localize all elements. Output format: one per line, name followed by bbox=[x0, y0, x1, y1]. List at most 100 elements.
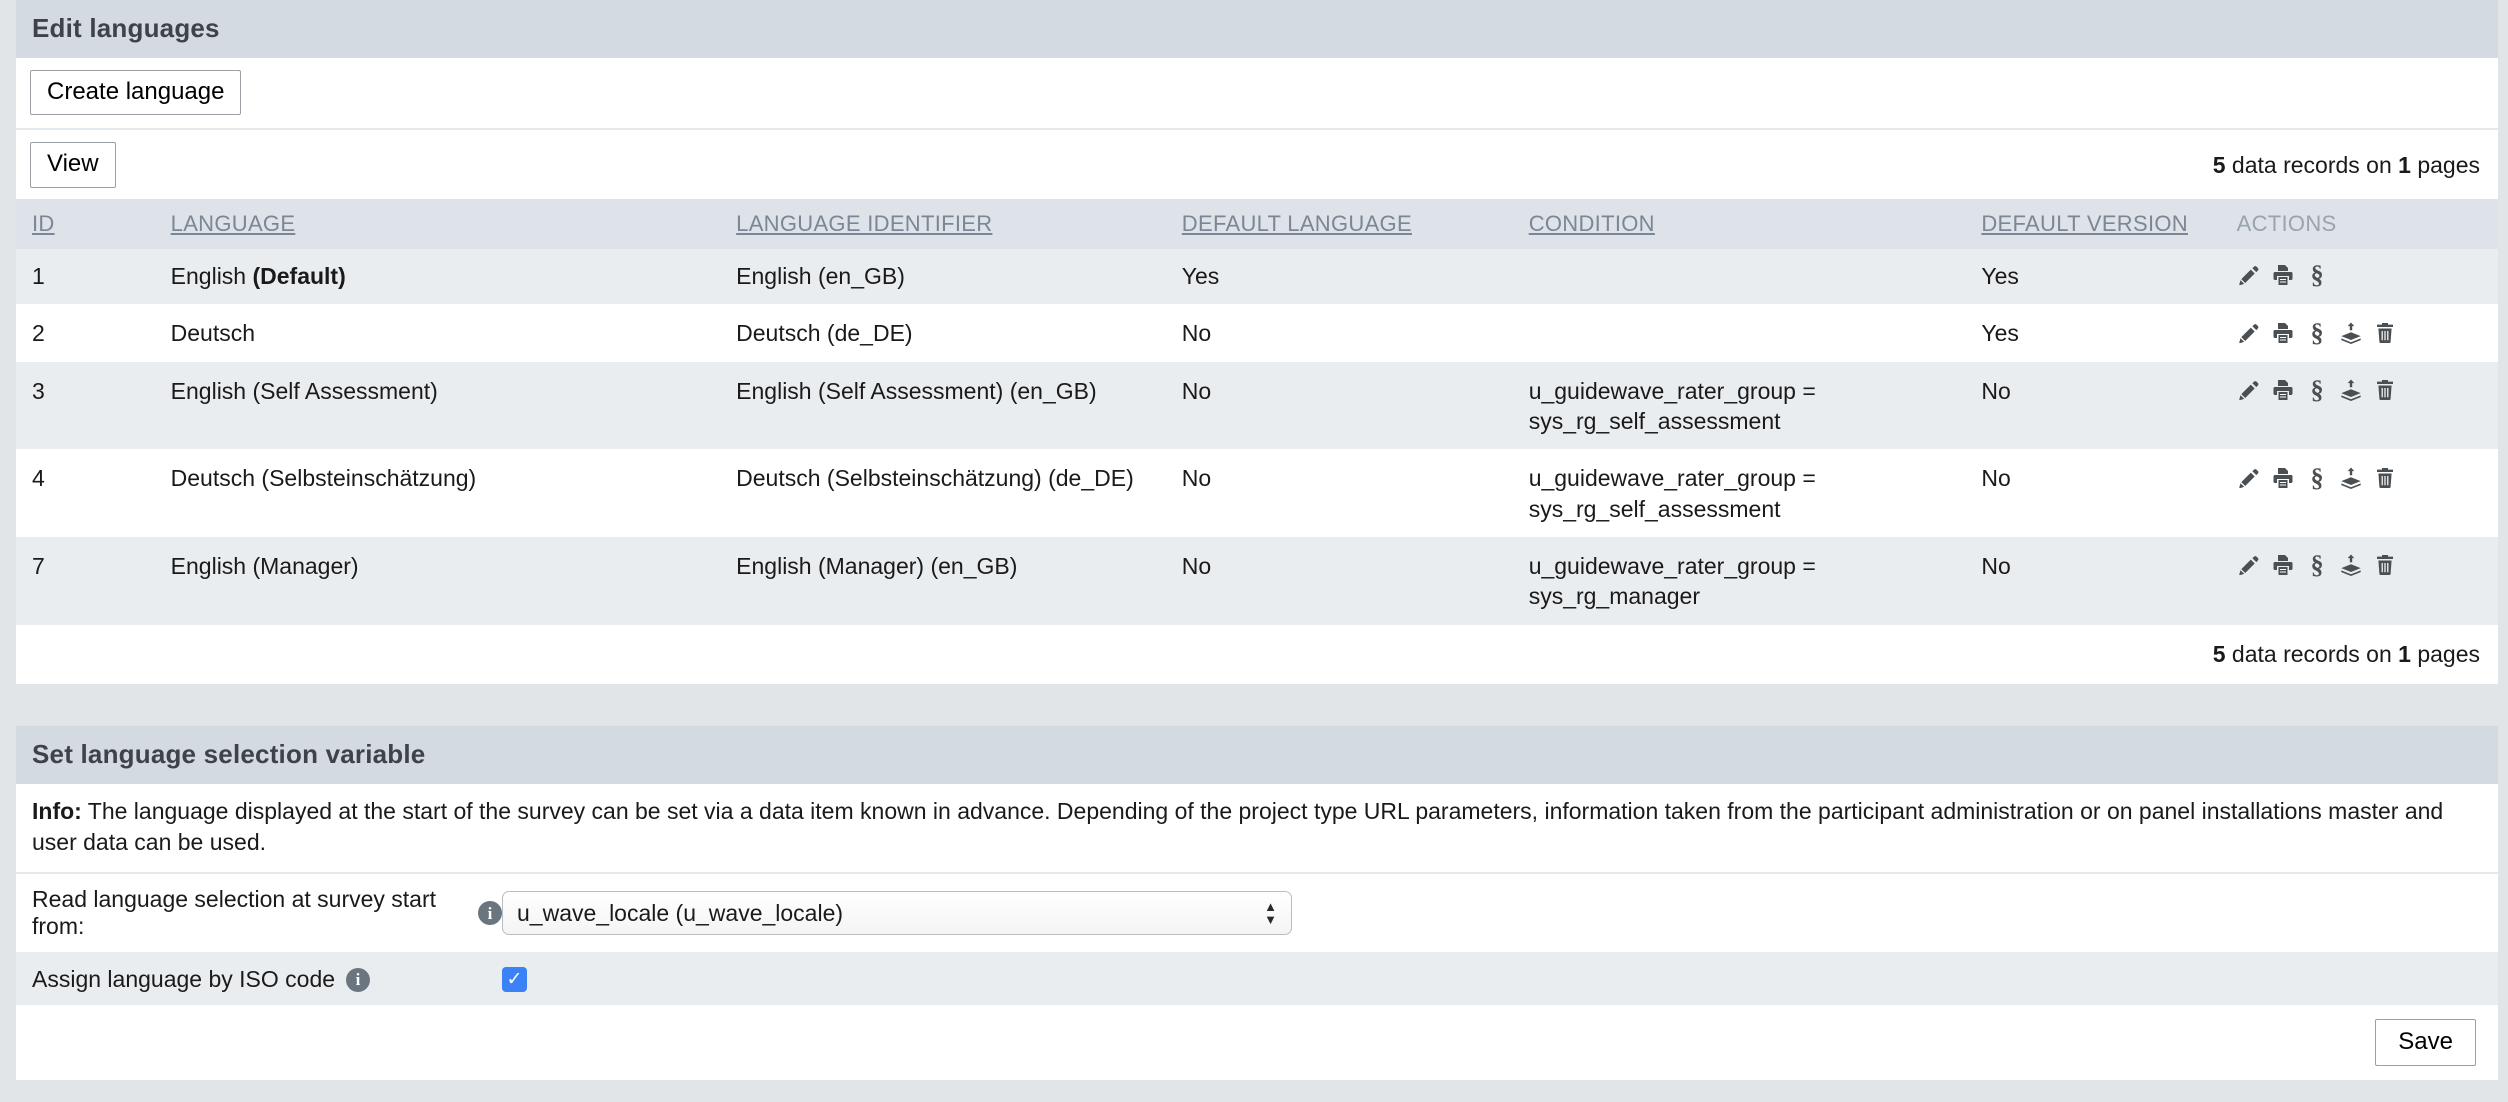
info-text-row: Info: The language displayed at the star… bbox=[16, 783, 2498, 875]
cell-default-language: No bbox=[1173, 537, 1521, 627]
header-language-identifier-label[interactable]: LANGUAGE IDENTIFIER bbox=[736, 211, 992, 236]
header-id[interactable]: ID bbox=[16, 198, 163, 249]
records-mid-bottom: data records on bbox=[2225, 640, 2399, 667]
delete-icon[interactable] bbox=[2373, 378, 2398, 403]
edit-icon[interactable] bbox=[2237, 263, 2262, 288]
print-icon[interactable] bbox=[2271, 263, 2296, 288]
cell-actions: § bbox=[2228, 362, 2498, 452]
cell-language-identifier: English (Self Assessment) (en_GB) bbox=[728, 362, 1174, 452]
action-icon-group: § bbox=[2237, 318, 2490, 345]
assign-iso-row: Assign language by ISO code i ✓ bbox=[16, 954, 2498, 1008]
create-language-toolbar: Create language bbox=[16, 58, 2498, 131]
edit-languages-panel: Edit languages Create language View 5 da… bbox=[16, 0, 2498, 684]
table-header-row: ID LANGUAGE LANGUAGE IDENTIFIER DEFAULT … bbox=[16, 198, 2498, 249]
read-language-label: Read language selection at survey start … bbox=[32, 886, 437, 940]
header-actions-label: ACTIONS bbox=[2236, 210, 2337, 236]
action-icon-group: § bbox=[2237, 376, 2490, 403]
cell-id: 3 bbox=[16, 362, 163, 452]
cell-language: Deutsch bbox=[162, 305, 729, 364]
records-mid-top: data records on bbox=[2225, 151, 2399, 178]
cell-language-text: English bbox=[170, 262, 253, 289]
export-icon[interactable] bbox=[2339, 465, 2364, 490]
print-icon[interactable] bbox=[2271, 320, 2296, 345]
cell-language: English (Manager) bbox=[162, 537, 729, 627]
section-icon[interactable]: § bbox=[2305, 464, 2330, 490]
edit-icon[interactable] bbox=[2237, 378, 2262, 403]
records-suffix-top: pages bbox=[2410, 151, 2480, 178]
records-count-number-bottom: 5 bbox=[2212, 640, 2226, 667]
chevron-up-icon: ▲ bbox=[1264, 898, 1277, 914]
cell-default-version: No bbox=[1973, 537, 2229, 627]
delete-icon[interactable] bbox=[2373, 320, 2398, 345]
header-language-label[interactable]: LANGUAGE bbox=[171, 211, 296, 236]
cell-language: English (Default) bbox=[162, 248, 729, 307]
read-language-select[interactable]: u_wave_locale (u_wave_locale) ▲ ▼ bbox=[502, 891, 1292, 936]
languages-table: ID LANGUAGE LANGUAGE IDENTIFIER DEFAULT … bbox=[16, 198, 2498, 627]
print-icon[interactable] bbox=[2271, 378, 2296, 403]
print-icon[interactable] bbox=[2271, 553, 2296, 578]
cell-language: English (Self Assessment) bbox=[162, 362, 729, 452]
export-icon[interactable] bbox=[2339, 553, 2364, 578]
edit-icon[interactable] bbox=[2237, 465, 2262, 490]
export-icon[interactable] bbox=[2339, 378, 2364, 403]
records-count-bottom: 5 data records on 1 pages bbox=[2213, 641, 2484, 668]
cell-condition: u_guidewave_rater_group = sys_rg_self_as… bbox=[1520, 362, 1974, 452]
print-icon[interactable] bbox=[2271, 465, 2296, 490]
header-condition-label[interactable]: CONDITION bbox=[1529, 211, 1655, 236]
table-row: 7 English (Manager) English (Manager) (en_… bbox=[16, 537, 2498, 627]
delete-icon[interactable] bbox=[2373, 465, 2398, 490]
cell-default-language: Yes bbox=[1173, 248, 1521, 307]
table-footer: 5 data records on 1 pages bbox=[16, 626, 2498, 684]
edit-icon[interactable] bbox=[2237, 320, 2262, 345]
records-pages-number-bottom: 1 bbox=[2398, 640, 2411, 667]
cell-default-language: No bbox=[1173, 362, 1521, 452]
create-language-button[interactable]: Create language bbox=[30, 70, 242, 116]
cell-actions: § bbox=[2228, 537, 2498, 627]
bottom-gap bbox=[0, 1080, 2508, 1102]
cell-condition bbox=[1520, 248, 1974, 307]
export-icon[interactable] bbox=[2339, 320, 2364, 345]
header-language-identifier[interactable]: LANGUAGE IDENTIFIER bbox=[728, 198, 1174, 249]
edit-languages-title: Edit languages bbox=[16, 0, 2498, 58]
info-circle-icon[interactable]: i bbox=[478, 901, 502, 926]
records-count-top: 5 data records on 1 pages bbox=[2213, 152, 2484, 179]
cell-default-version: Yes bbox=[1973, 248, 2229, 307]
section-icon[interactable]: § bbox=[2305, 377, 2330, 403]
header-condition[interactable]: CONDITION bbox=[1520, 198, 1974, 249]
cell-language-identifier: Deutsch (Selbsteinschätzung) (de_DE) bbox=[728, 450, 1174, 539]
save-button[interactable]: Save bbox=[2375, 1019, 2476, 1067]
records-pages-number-top: 1 bbox=[2398, 151, 2411, 178]
table-row: 2 Deutsch Deutsch (de_DE) No Yes § bbox=[16, 305, 2498, 364]
cell-condition: u_guidewave_rater_group = sys_rg_manager bbox=[1520, 537, 1974, 627]
table-row: 1 English (Default) English (en_GB) Yes Yes § bbox=[16, 248, 2498, 307]
cell-actions: § bbox=[2228, 305, 2498, 364]
languages-table-head: ID LANGUAGE LANGUAGE IDENTIFIER DEFAULT … bbox=[16, 198, 2498, 249]
cell-language-default-tag: (Default) bbox=[252, 262, 346, 289]
view-button[interactable]: View bbox=[30, 142, 116, 188]
section-icon[interactable]: § bbox=[2305, 552, 2330, 578]
cell-default-version: Yes bbox=[1973, 305, 2229, 364]
action-icon-group: § bbox=[2237, 463, 2490, 490]
cell-language-identifier: Deutsch (de_DE) bbox=[728, 305, 1174, 364]
section-icon[interactable]: § bbox=[2305, 262, 2330, 288]
header-default-version[interactable]: DEFAULT VERSION bbox=[1973, 198, 2229, 249]
panel-gap bbox=[0, 683, 2508, 726]
chevron-down-icon: ▼ bbox=[1264, 911, 1277, 927]
cell-id: 2 bbox=[16, 305, 163, 364]
header-language[interactable]: LANGUAGE bbox=[162, 198, 729, 249]
cell-language: Deutsch (Selbsteinschätzung) bbox=[162, 450, 729, 539]
set-language-selection-title: Set language selection variable bbox=[16, 725, 2498, 784]
header-default-language[interactable]: DEFAULT LANGUAGE bbox=[1173, 198, 1521, 249]
page-root: Edit languages Create language View 5 da… bbox=[0, 0, 2508, 1102]
cell-default-language: No bbox=[1173, 305, 1521, 364]
cell-default-version: No bbox=[1973, 362, 2229, 452]
chevron-updown-icon: ▲ ▼ bbox=[1264, 898, 1281, 927]
edit-icon[interactable] bbox=[2237, 553, 2262, 578]
action-icon-group: § bbox=[2237, 261, 2490, 288]
header-default-version-label[interactable]: DEFAULT VERSION bbox=[1981, 211, 2188, 236]
save-row: Save bbox=[16, 1007, 2498, 1081]
header-id-label[interactable]: ID bbox=[32, 211, 55, 236]
delete-icon[interactable] bbox=[2373, 553, 2398, 578]
header-default-language-label[interactable]: DEFAULT LANGUAGE bbox=[1182, 211, 1412, 236]
section-icon[interactable]: § bbox=[2305, 319, 2330, 345]
